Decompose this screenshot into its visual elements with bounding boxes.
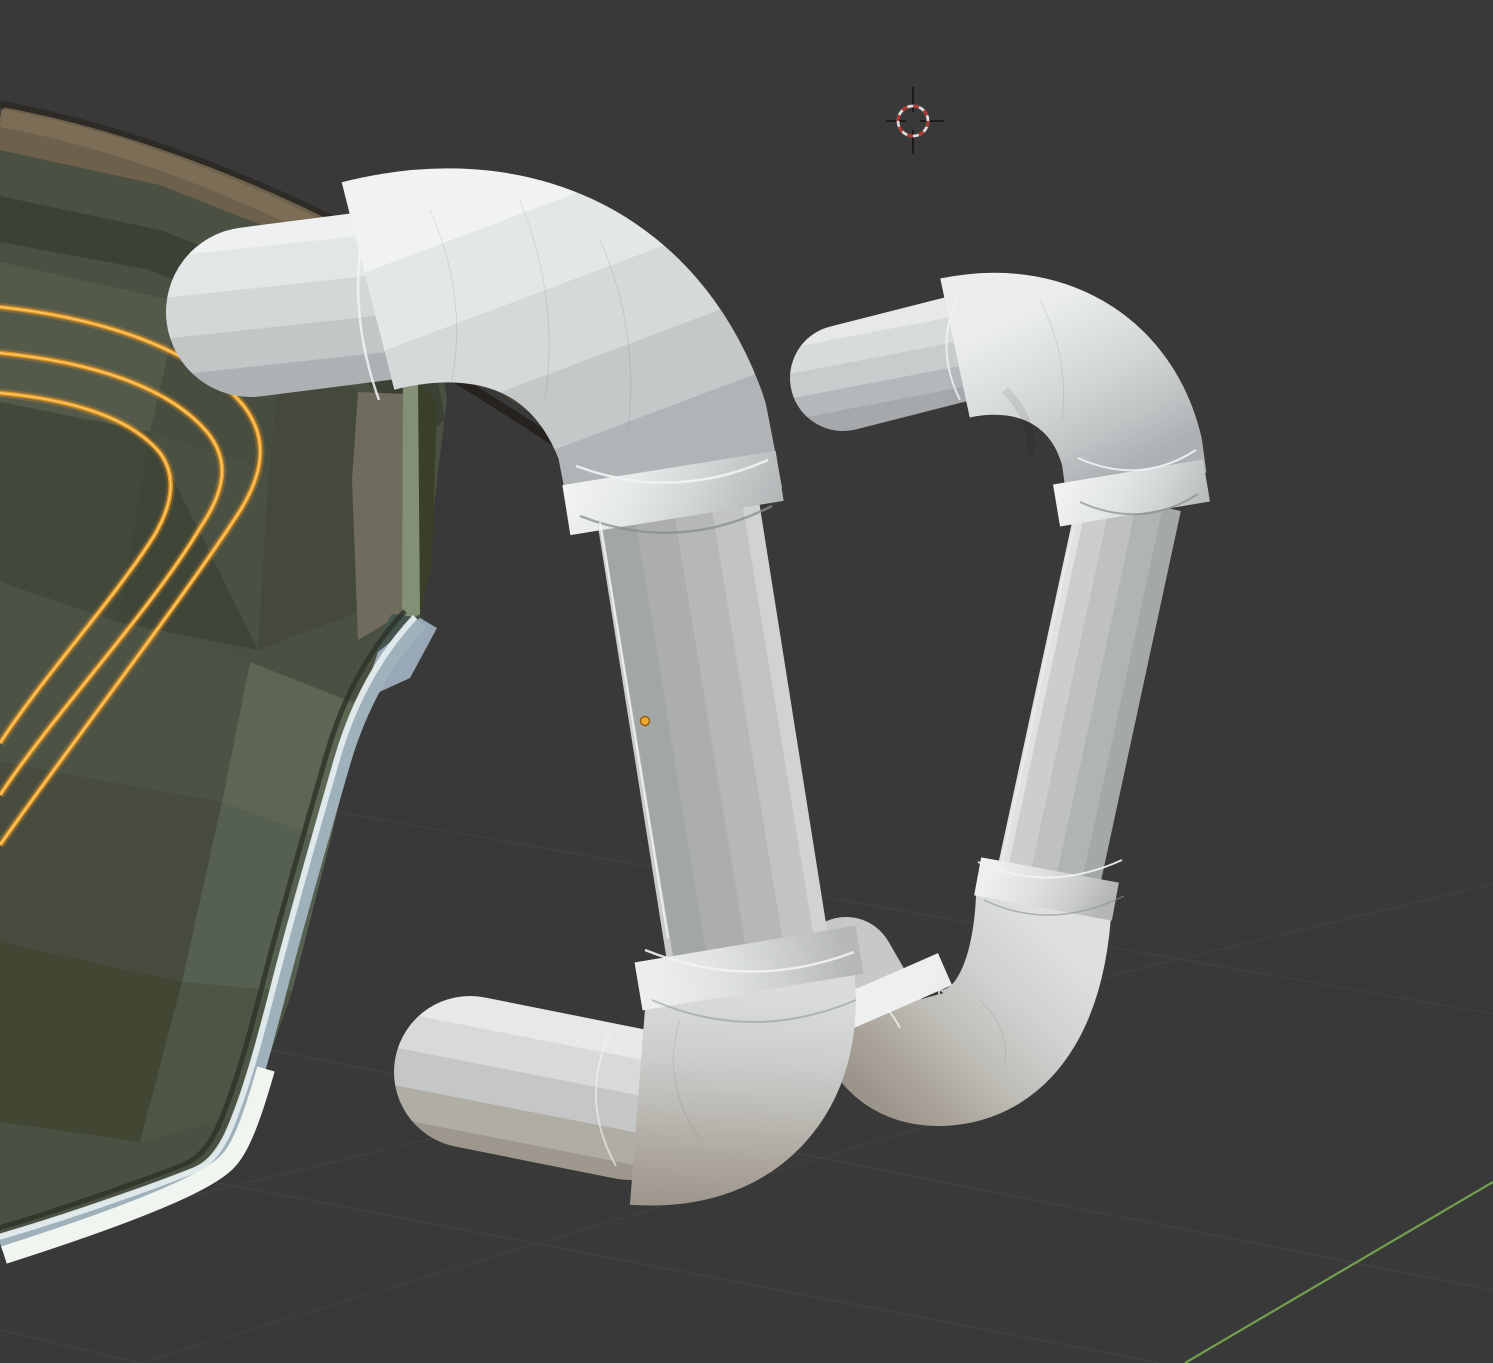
viewport-3d[interactable] [0,0,1493,1363]
slab-facet [402,378,420,624]
pipe-small-collar-bottom [1043,870,1050,908]
origin-dot[interactable] [641,717,650,726]
blender-window [0,0,1493,1363]
pipe-large-tube-bottom [470,1072,630,1104]
pipe-large-collar-bottom [745,944,753,992]
slab-facet [352,392,407,640]
pipe-large-collar-top [669,468,677,518]
pipe-small-collar-top [1128,472,1135,514]
pipe-large-tube-vertical [676,498,748,952]
